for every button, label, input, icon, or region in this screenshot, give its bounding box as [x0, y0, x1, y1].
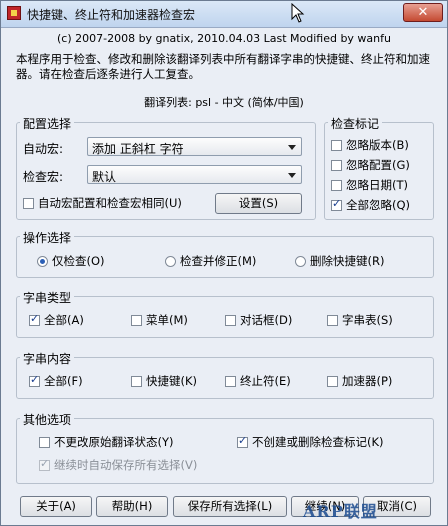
mouse-pointer-icon: [291, 3, 305, 23]
radio-dot: [165, 256, 176, 267]
auto-save-label: 继续时自动保存所有选择(V): [54, 458, 198, 472]
radio-dot: [295, 256, 306, 267]
watermark-logo: ARP联盟: [303, 502, 378, 521]
type-stringtable-label: 字串表(S): [342, 313, 393, 327]
app-icon: [7, 6, 21, 20]
about-button[interactable]: 关于(A): [20, 496, 92, 517]
content-terminator-checkbox[interactable]: 终止符(E): [225, 373, 291, 389]
checkbox-box: [225, 315, 236, 326]
ignore-all-label: 全部忽略(Q): [346, 198, 411, 212]
checkbox-box: [225, 376, 236, 387]
ignore-config-checkbox[interactable]: 忽略配置(G): [331, 157, 410, 173]
string-type-group: 字串类型 全部(A) 菜单(M) 对话框(D) 字串表(S): [16, 289, 434, 338]
other-options-title: 其他选项: [20, 411, 75, 428]
config-group: 配置选择 自动宏: 添加 正斜杠 字符 检查宏: 默认 自动宏配置和检查宏相同(…: [16, 115, 316, 220]
ignore-version-label: 忽略版本(B): [346, 138, 409, 152]
type-all-checkbox[interactable]: 全部(A): [29, 312, 84, 328]
dialog-window: 快捷键、终止符和加速器检查宏 ✕ (c) 2007-2008 by gnatix…: [0, 0, 448, 526]
content-shortcut-checkbox[interactable]: 快捷键(K): [131, 373, 197, 389]
check-macro-select[interactable]: 默认: [87, 165, 302, 184]
content-shortcut-label: 快捷键(K): [146, 374, 198, 388]
type-stringtable-checkbox[interactable]: 字串表(S): [327, 312, 393, 328]
string-content-title: 字串内容: [20, 350, 75, 367]
operation-group: 操作选择 仅检查(O) 检查并修正(M) 删除快捷键(R): [16, 229, 434, 278]
checkbox-box: [29, 312, 40, 326]
checkbox-box: [237, 434, 248, 448]
content-accelerator-label: 加速器(P): [342, 374, 393, 388]
check-marks-group: 检查标记 忽略版本(B) 忽略配置(G) 忽略日期(T) 全部忽略(Q): [324, 115, 434, 220]
no-create-label: 不创建或删除检查标记(K): [252, 435, 384, 449]
checkbox-box: [331, 180, 342, 191]
same-config-checkbox[interactable]: 自动宏配置和检查宏相同(U): [23, 195, 182, 211]
checkbox-box: [331, 140, 342, 151]
settings-button[interactable]: 设置(S): [215, 193, 302, 214]
chevron-down-icon: [288, 145, 296, 150]
content-accelerator-checkbox[interactable]: 加速器(P): [327, 373, 392, 389]
close-button[interactable]: ✕: [403, 3, 443, 22]
keep-state-checkbox[interactable]: 不更改原始翻译状态(Y): [39, 434, 174, 450]
string-content-group: 字串内容 全部(F) 快捷键(K) 终止符(E) 加速器(P): [16, 350, 434, 399]
checkbox-box: [327, 315, 338, 326]
check-only-label: 仅检查(O): [52, 254, 105, 268]
radio-remove-shortcut[interactable]: 删除快捷键(R): [295, 253, 384, 269]
check-macro-label: 检查宏:: [23, 170, 64, 184]
check-fix-label: 检查并修正(M): [180, 254, 257, 268]
title-bar: 快捷键、终止符和加速器检查宏 ✕: [1, 1, 447, 28]
operation-title: 操作选择: [20, 229, 75, 246]
ignore-all-checkbox[interactable]: 全部忽略(Q): [331, 197, 410, 213]
ignore-date-label: 忽略日期(T): [346, 178, 408, 192]
checkbox-box: [327, 376, 338, 387]
checkbox-box: [131, 376, 142, 387]
other-options-group: 其他选项 不更改原始翻译状态(Y) 不创建或删除检查标记(K) 继续时自动保存所…: [16, 411, 434, 484]
checkbox-box: [39, 457, 50, 471]
window-title: 快捷键、终止符和加速器检查宏: [27, 8, 196, 22]
checkbox-box: [23, 198, 34, 209]
type-menu-checkbox[interactable]: 菜单(M): [131, 312, 188, 328]
translation-list-label: 翻译列表: psl - 中文 (简体/中国): [144, 96, 304, 109]
keep-state-label: 不更改原始翻译状态(Y): [54, 435, 174, 449]
content-terminator-label: 终止符(E): [240, 374, 291, 388]
checkbox-box: [331, 160, 342, 171]
no-create-checkbox[interactable]: 不创建或删除检查标记(K): [237, 434, 384, 450]
checkbox-box: [131, 315, 142, 326]
radio-check-only[interactable]: 仅检查(O): [37, 253, 105, 269]
auto-save-checkbox: 继续时自动保存所有选择(V): [39, 457, 197, 473]
help-button[interactable]: 帮助(H): [96, 496, 168, 517]
dialog-body: (c) 2007-2008 by gnatix, 2010.04.03 Last…: [10, 30, 438, 520]
content-all-label: 全部(F): [44, 374, 83, 388]
radio-check-and-fix[interactable]: 检查并修正(M): [165, 253, 256, 269]
auto-macro-select[interactable]: 添加 正斜杠 字符: [87, 137, 302, 156]
checkbox-box: [331, 197, 342, 211]
save-all-button[interactable]: 保存所有选择(L): [173, 496, 287, 517]
ignore-date-checkbox[interactable]: 忽略日期(T): [331, 177, 408, 193]
copyright-text: (c) 2007-2008 by gnatix, 2010.04.03 Last…: [56, 32, 391, 45]
description-text: 本程序用于检查、修改和删除该翻译列表中所有翻译字串的快捷键、终止符和加速器。请在…: [16, 52, 430, 81]
chevron-down-icon: [288, 173, 296, 178]
check-macro-value: 默认: [92, 170, 117, 184]
remove-shortcut-label: 删除快捷键(R): [310, 254, 385, 268]
auto-macro-label: 自动宏:: [23, 142, 64, 156]
same-config-label: 自动宏配置和检查宏相同(U): [38, 196, 182, 210]
radio-dot: [37, 256, 48, 267]
type-dialog-checkbox[interactable]: 对话框(D): [225, 312, 292, 328]
checkbox-box: [29, 373, 40, 387]
type-menu-label: 菜单(M): [146, 313, 188, 327]
auto-macro-value: 添加 正斜杠 字符: [92, 142, 184, 156]
checkbox-box: [39, 437, 50, 448]
check-marks-title: 检查标记: [328, 115, 383, 132]
type-dialog-label: 对话框(D): [240, 313, 293, 327]
config-group-title: 配置选择: [20, 115, 75, 132]
content-all-checkbox[interactable]: 全部(F): [29, 373, 83, 389]
ignore-config-label: 忽略配置(G): [346, 158, 410, 172]
ignore-version-checkbox[interactable]: 忽略版本(B): [331, 137, 409, 153]
string-type-title: 字串类型: [20, 289, 75, 306]
type-all-label: 全部(A): [44, 313, 84, 327]
